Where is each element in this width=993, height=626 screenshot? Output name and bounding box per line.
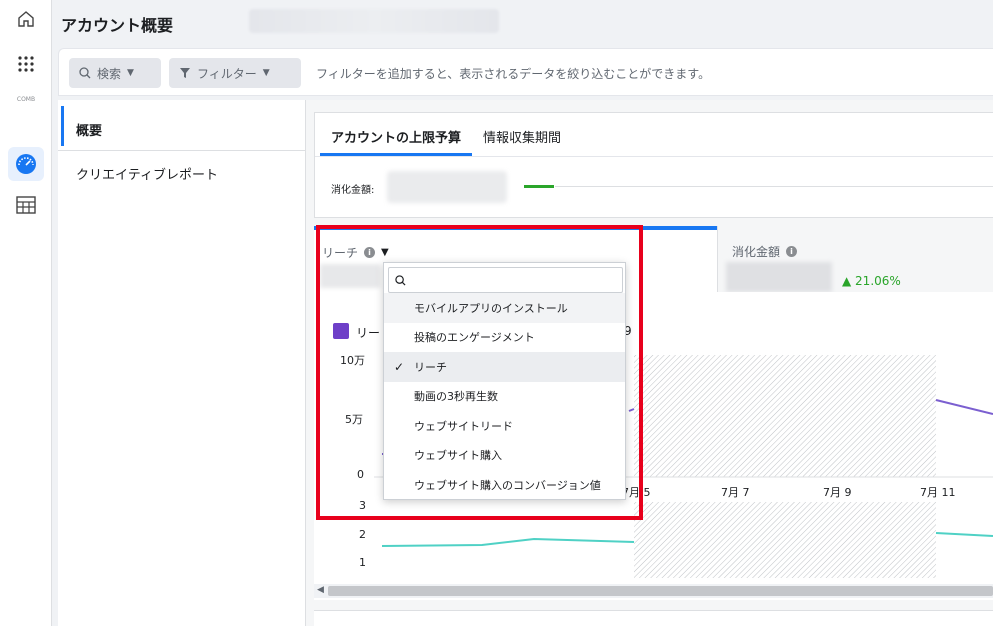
metric-spend-label: 消化金額 [732,245,781,259]
spend-value-redacted [387,171,507,203]
left-rail: COMB [0,0,52,626]
option-label: ウェブサイト購入のコンバージョン値 [414,478,601,492]
card-divider [315,156,993,157]
dropdown-search-input[interactable] [414,273,614,287]
spend-label: 消化金額: [331,185,375,196]
x-tick: 7月 9 [823,486,852,499]
search-button-label: 検索 [97,66,122,81]
nav-divider [58,150,306,151]
scroll-left-icon[interactable]: ◀ [317,585,324,595]
nav-item-overview[interactable]: 概要 [76,120,102,139]
chevron-down-icon: ▼ [262,68,270,78]
metric-reach-header: リーチ i ▼ [322,244,389,261]
report-nav: 概要 クリエイティブレポート [58,100,306,626]
y-tick: 1 [359,556,366,569]
series-reach-segment [628,408,635,412]
table-icon[interactable] [13,192,39,218]
search-icon [79,67,91,79]
dropdown-option-purchase-conversion-value[interactable]: ウェブサイト購入のコンバージョン値 [384,470,625,500]
legend-label-reach: リー [356,326,381,340]
budget-progress-fill [524,185,554,188]
page-title: アカウント概要 [61,16,174,35]
filter-bar: 検索 ▼ フィルター ▼ フィルターを追加すると、表示されるデータを絞り込むこと… [58,48,993,96]
page-header: アカウント概要 [53,0,993,44]
option-label: ウェブサイトリード [414,419,513,433]
metric-dropdown: モバイルアプリのインストール 投稿のエンゲージメント ✓ リーチ 動画の3秒再生数… [383,262,626,500]
option-label: ウェブサイト購入 [414,449,502,463]
y-tick: 5万 [345,413,363,426]
checkmark-icon: ✓ [394,359,405,374]
filter-hint: フィルターを追加すると、表示されるデータを絞り込むことができます。 [316,67,711,81]
dropdown-option-post-engagement[interactable]: 投稿のエンゲージメント [384,323,625,353]
budget-progress-track [555,186,993,187]
legend-swatch-reach [333,323,349,339]
app-root: COMB アカウント概要 検索 ▼ フィルター ▼ フィルターを追加すると、表示… [0,0,993,626]
dropdown-option-reach[interactable]: ✓ リーチ [384,352,625,382]
search-icon [395,274,406,286]
dropdown-option-app-installs[interactable]: モバイルアプリのインストール [384,293,625,323]
dropdown-search-field[interactable] [388,267,623,293]
series-reach-line [935,399,993,415]
info-icon[interactable]: i [364,247,376,258]
dropdown-option-website-purchases[interactable]: ウェブサイト購入 [384,441,625,471]
metric-spend-header: 消化金額 i [732,243,798,260]
apps-grid-icon[interactable] [13,51,39,77]
scrollbar-thumb[interactable] [328,586,993,596]
series-secondary-line-end [935,532,993,537]
option-label: 動画の3秒再生数 [414,390,498,404]
option-label: モバイルアプリのインストール [414,301,568,315]
x-tick: 7月 7 [721,486,750,499]
option-label: リーチ [414,360,447,374]
option-label: 投稿のエンゲージメント [414,331,535,345]
metric-spend-value-redacted [726,262,832,292]
metric-spend-delta: ▲ 21.06% [842,274,901,288]
search-button[interactable]: 検索 ▼ [69,58,161,88]
dashboard-icon[interactable] [13,151,39,177]
budget-card: アカウントの上限予算 情報収集期間 消化金額: [314,112,993,218]
nav-item-creative-report[interactable]: クリエイティブレポート [76,164,218,183]
y-tick: 2 [359,528,366,541]
dropdown-option-3s-video-views[interactable]: 動画の3秒再生数 [384,382,625,412]
home-icon[interactable] [13,6,39,32]
brand-logo[interactable]: COMB [13,96,39,103]
y-tick: 10万 [340,354,365,367]
x-tick: 7月 11 [920,486,956,499]
info-icon[interactable]: i [786,246,798,257]
chart-horizontal-scrollbar[interactable]: ◀ [314,584,993,598]
hatched-period-bottom [634,502,936,578]
account-name-redacted [249,9,499,33]
caret-down-icon[interactable]: ▼ [381,247,389,258]
dropdown-options: モバイルアプリのインストール 投稿のエンゲージメント ✓ リーチ 動画の3秒再生数… [384,293,625,500]
metric-reach-value-redacted [320,264,380,288]
bottom-card [314,610,993,626]
filter-icon [180,68,190,78]
metric-reach-label: リーチ [322,246,359,260]
tab-account-budget[interactable]: アカウントの上限予算 [331,127,461,146]
filter-button-label: フィルター [197,66,257,81]
x-tick: 7月 5 [622,486,651,499]
filter-button[interactable]: フィルター ▼ [169,58,301,88]
y-tick: 3 [359,499,366,512]
nav-active-indicator [61,106,64,146]
y-tick: 0 [357,468,364,481]
tab-learning-period[interactable]: 情報収集期間 [483,127,561,146]
hatched-period-top [634,355,936,477]
series-secondary-line [381,537,635,547]
dropdown-option-website-leads[interactable]: ウェブサイトリード [384,411,625,441]
chevron-down-icon: ▼ [127,68,134,78]
